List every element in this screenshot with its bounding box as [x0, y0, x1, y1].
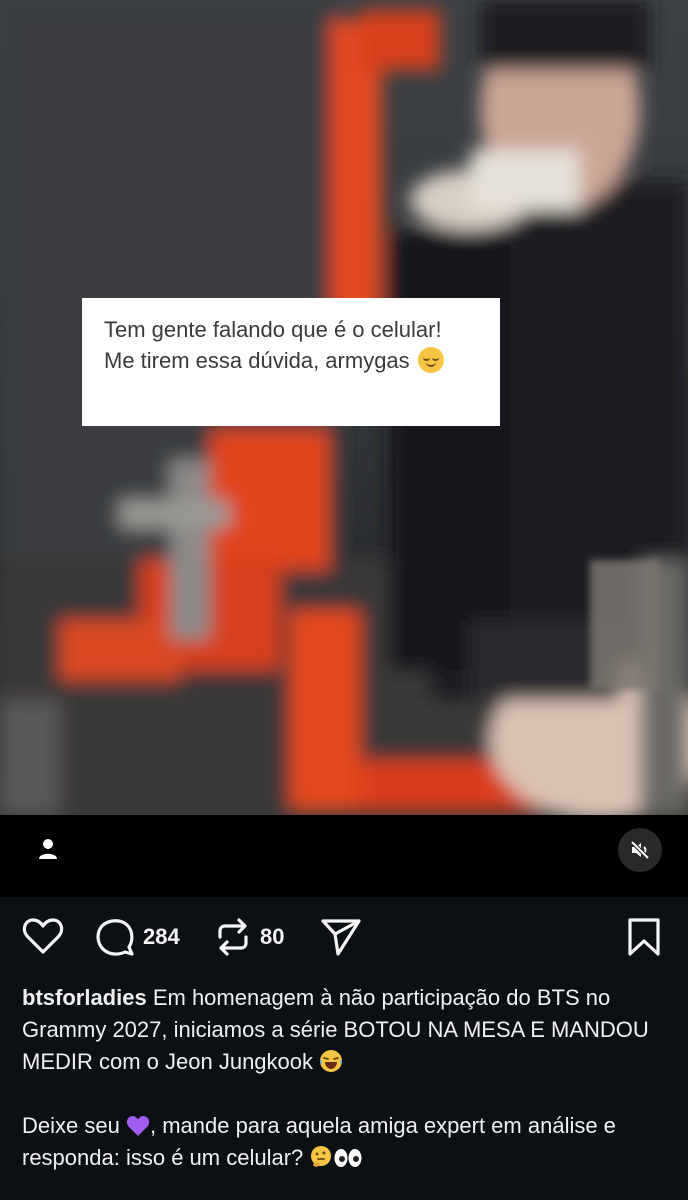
speaker-muted-icon: [630, 840, 650, 860]
thinking-face-icon: [311, 1146, 332, 1167]
video-text-overlay: Tem gente falando que é o celular! Me ti…: [82, 298, 500, 426]
bookmark-icon: [628, 918, 660, 956]
comment-icon: [96, 919, 134, 956]
comments-count: 284: [143, 924, 180, 949]
video-controls-bar: [0, 815, 688, 897]
caption-paragraph-1: btsforladies Em homenagem à não particip…: [22, 982, 672, 1078]
eyes-icon: [334, 1149, 362, 1167]
like-button[interactable]: [22, 917, 64, 955]
overlay-text: Tem gente falando que é o celular! Me ti…: [104, 317, 442, 373]
username-link[interactable]: btsforladies: [22, 985, 147, 1010]
laughing-face-icon: [320, 1050, 343, 1072]
post-actions: 284 80: [0, 897, 688, 977]
reposts-count: 80: [260, 924, 285, 949]
repost-button[interactable]: 80: [214, 917, 284, 957]
comment-button[interactable]: 284: [95, 917, 180, 957]
video-player[interactable]: Tem gente falando que é o celular! Me ti…: [0, 0, 688, 815]
caption-paragraph-2: Deixe seu , mande para aquela amiga expe…: [22, 1110, 672, 1174]
repost-icon: [218, 918, 248, 956]
mute-button[interactable]: [618, 828, 662, 872]
post-caption: btsforladies Em homenagem à não particip…: [22, 982, 672, 1174]
heart-icon: [22, 918, 64, 954]
purple-heart-icon: [126, 1116, 150, 1136]
caption-text-2: Deixe seu: [22, 1113, 120, 1138]
person-icon[interactable]: [38, 838, 58, 860]
save-button[interactable]: [626, 917, 662, 957]
send-icon: [321, 919, 361, 956]
share-button[interactable]: [320, 917, 362, 957]
relieved-face-icon: [417, 347, 444, 373]
